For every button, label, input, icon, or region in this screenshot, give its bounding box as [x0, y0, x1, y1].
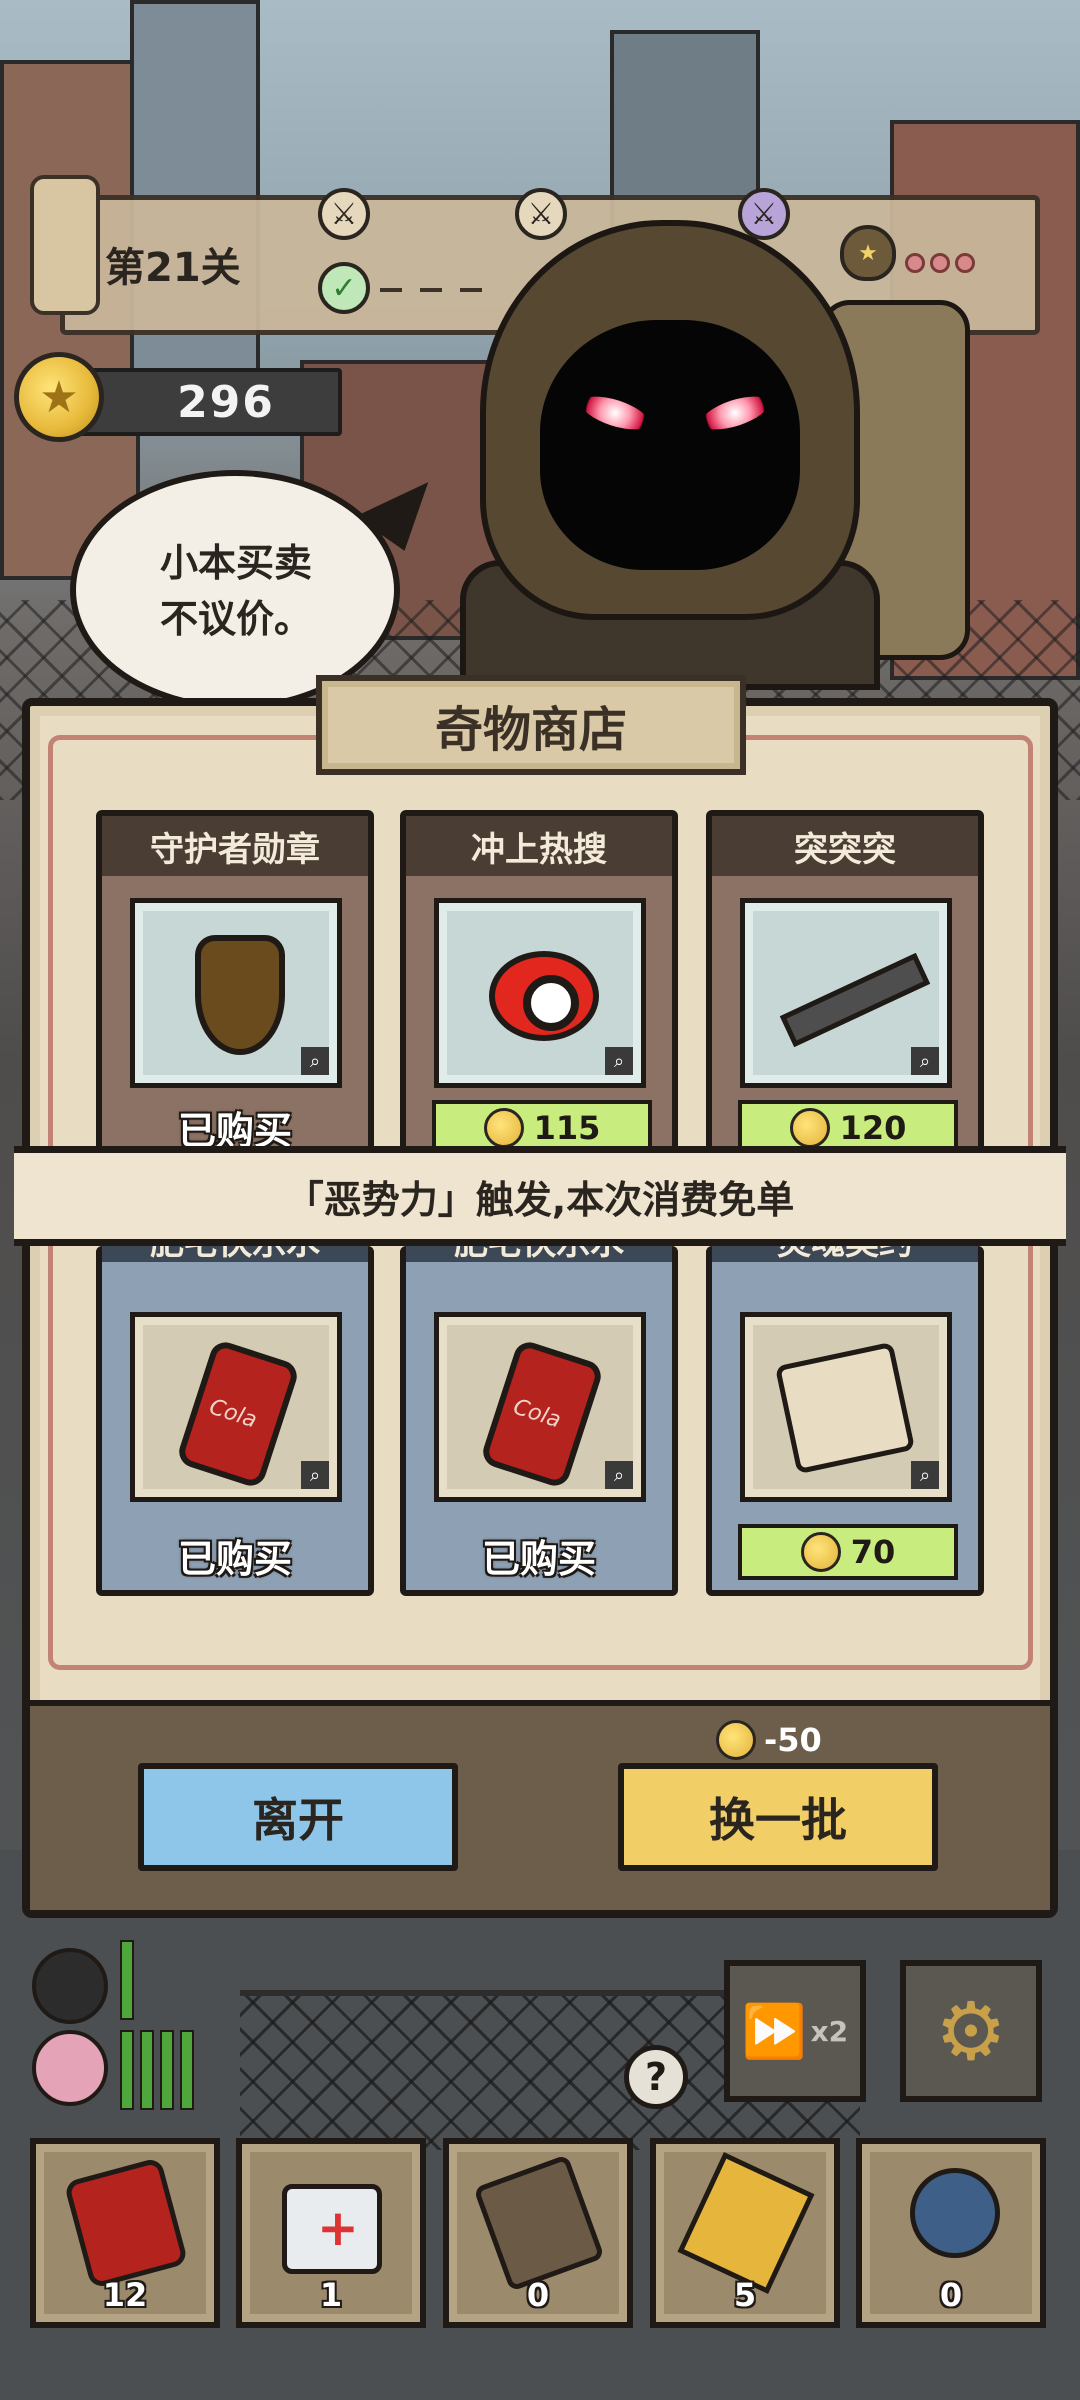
rifle-icon	[779, 952, 931, 1048]
coin-icon	[789, 1108, 830, 1148]
star-coin-icon: ★	[14, 352, 104, 442]
first-aid-kit-icon	[282, 2184, 382, 2274]
magnifier-icon[interactable]: ⌕	[301, 1461, 329, 1489]
magnifier-icon[interactable]: ⌕	[605, 1047, 633, 1075]
health-bar	[180, 2030, 194, 2110]
health-bar	[140, 2030, 154, 2110]
shop-title: 奇物商店	[434, 702, 627, 758]
item-image: ⌕	[740, 898, 952, 1088]
coin-counter: 296	[70, 368, 342, 436]
refresh-button[interactable]: 换一批	[618, 1763, 938, 1871]
health-bar	[120, 1940, 134, 2020]
health-bar	[160, 2030, 174, 2110]
magnifier-icon[interactable]: ⌕	[911, 1461, 939, 1489]
shop-item-card[interactable]: 灵魂契约 ⌕ 70	[706, 1216, 984, 1596]
shop-item-card[interactable]: 冲上热搜 ⌕ 115	[400, 810, 678, 1160]
gear-icon[interactable]: ⚙	[900, 1960, 1042, 2102]
item-count: 5	[733, 2276, 757, 2314]
cola-can-icon	[63, 2156, 189, 2290]
refresh-cost-amount: -50	[764, 1721, 822, 1759]
scroll-contract-icon	[774, 1341, 916, 1475]
help-button[interactable]: ?	[624, 2045, 688, 2109]
health-bar	[120, 2030, 134, 2110]
item-image: ⌕	[130, 898, 342, 1088]
magnifier-icon[interactable]: ⌕	[911, 1047, 939, 1075]
item-name: 冲上热搜	[406, 816, 672, 876]
shop-title-plate: 奇物商店	[316, 675, 746, 775]
item-count: 12	[102, 2276, 148, 2314]
item-price: 120	[839, 1109, 907, 1147]
magnifier-icon[interactable]: ⌕	[301, 1047, 329, 1075]
merchant-face	[540, 320, 800, 570]
fast-forward-icon: ⏩	[741, 2001, 807, 2062]
item-count: 1	[319, 2276, 343, 2314]
checkmark-icon: ✓	[318, 262, 370, 314]
shop-item-card[interactable]: 肥宅快乐水 ⌕ 已购买	[400, 1216, 678, 1596]
item-name: 突突突	[712, 816, 978, 876]
item-price: 70	[850, 1533, 896, 1571]
item-image: ⌕	[434, 898, 646, 1088]
purchased-label: 已购买	[481, 1537, 596, 1581]
crossed-swords-icon: ⚔	[318, 188, 370, 240]
item-price: 115	[533, 1109, 601, 1147]
cola-can-icon	[175, 1338, 301, 1490]
magnifier-icon[interactable]: ⌕	[605, 1461, 633, 1489]
notice-banner: 「恶势力」触发,本次消费免单	[14, 1146, 1066, 1246]
shop-item-card[interactable]: 突突突 ⌕ 120	[706, 810, 984, 1160]
shield-medal-icon	[195, 935, 285, 1055]
shop-item-card[interactable]: 肥宅快乐水 ⌕ 已购买	[96, 1216, 374, 1596]
map-scroll-icon[interactable]	[30, 175, 100, 315]
coin-icon	[716, 1720, 756, 1760]
inventory-slot[interactable]: 1	[236, 2138, 426, 2328]
banner-text: 「恶势力」触发,本次消费免单	[285, 1177, 795, 1222]
speed-toggle-button[interactable]: ⏩ x2	[724, 1960, 866, 2102]
party-avatar[interactable]	[32, 1948, 108, 2024]
inventory-slot[interactable]: 5	[650, 2138, 840, 2328]
price-tag[interactable]: 70	[738, 1524, 958, 1580]
item-count: 0	[939, 2276, 963, 2314]
coin-icon	[800, 1532, 841, 1572]
inventory-slot[interactable]: 0	[443, 2138, 633, 2328]
purchased-label: 已购买	[177, 1537, 292, 1581]
coin-amount: 296	[177, 376, 275, 428]
inventory-slot[interactable]: 0	[856, 2138, 1046, 2328]
party-avatar[interactable]	[32, 2030, 108, 2106]
leave-button[interactable]: 离开	[138, 1763, 458, 1871]
hooded-merchant	[440, 200, 970, 690]
item-count: 0	[526, 2276, 550, 2314]
weibo-icon	[489, 951, 599, 1041]
shop-item-card[interactable]: 守护者勋章 ⌕ 已购买	[96, 810, 374, 1160]
speed-label: x2	[810, 2014, 849, 2048]
cola-can-icon	[479, 1338, 605, 1490]
inventory-slot[interactable]: 12	[30, 2138, 220, 2328]
item-image: ⌕	[740, 1312, 952, 1502]
item-name: 守护者勋章	[102, 816, 368, 876]
bomb-icon	[910, 2168, 1000, 2258]
refresh-cost: -50	[716, 1720, 822, 1760]
talisman-icon	[677, 2152, 815, 2294]
coin-icon	[483, 1108, 524, 1148]
item-image: ⌕	[130, 1312, 342, 1502]
merchant-speech: 小本买卖 不议价。	[160, 541, 313, 641]
scroll-icon	[473, 2154, 605, 2292]
item-image: ⌕	[434, 1312, 646, 1502]
level-title: 第21关	[105, 245, 241, 291]
